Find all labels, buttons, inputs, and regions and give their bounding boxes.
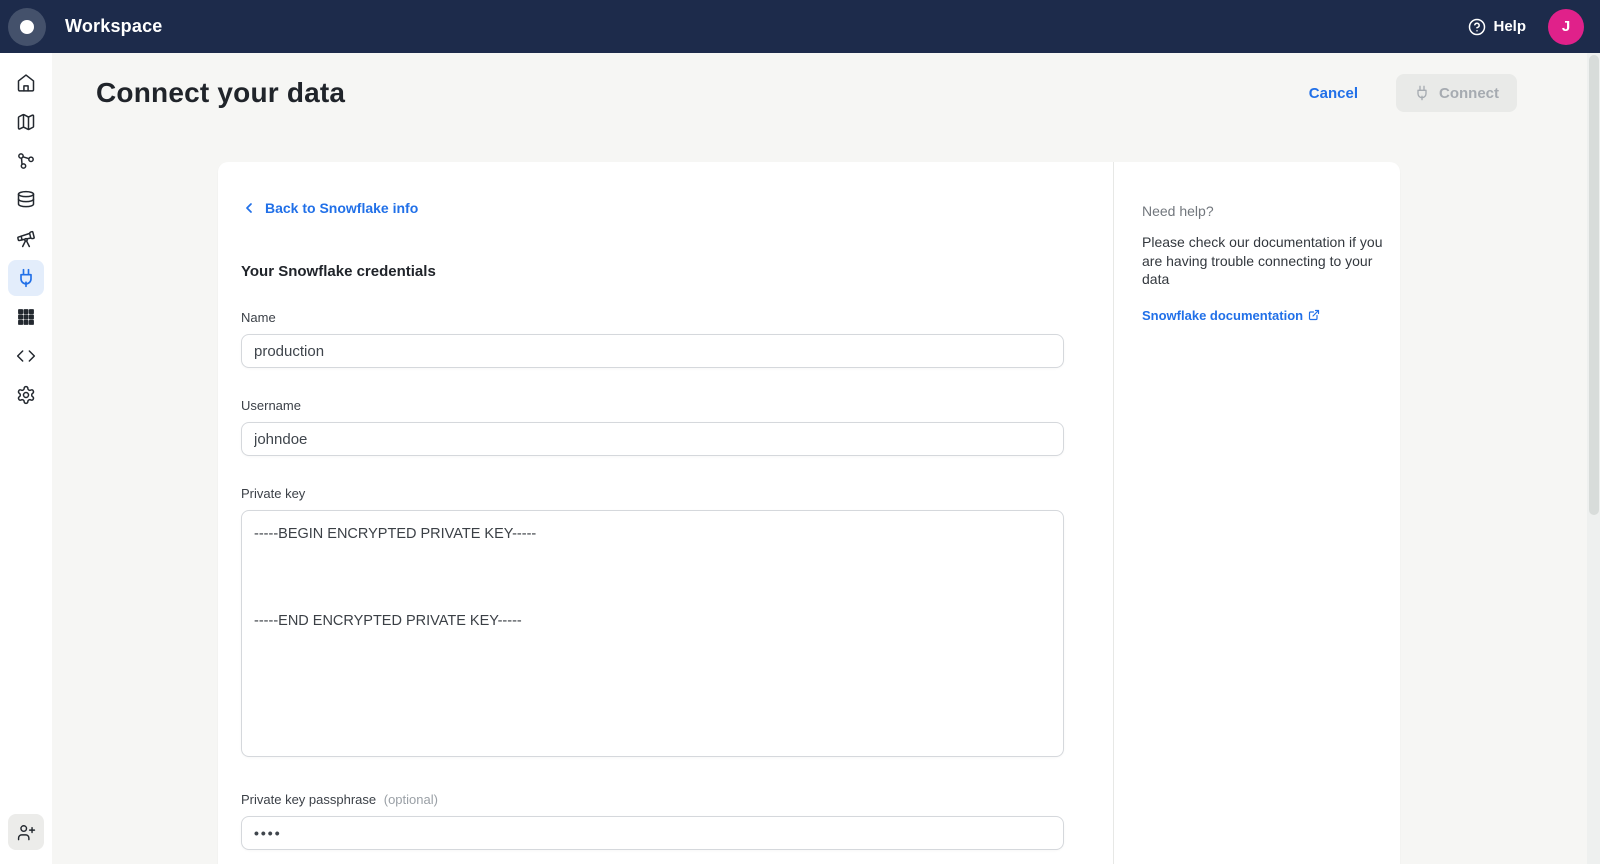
doc-link-label: Snowflake documentation xyxy=(1142,308,1303,323)
help-panel: Need help? Please check our documentatio… xyxy=(1113,162,1400,864)
main-content: Connect your data Cancel Connect Back to… xyxy=(52,53,1600,864)
home-icon xyxy=(16,73,36,93)
graph-nodes-icon xyxy=(16,151,36,171)
snowflake-documentation-link[interactable]: Snowflake documentation xyxy=(1142,308,1320,323)
credentials-form: Back to Snowflake info Your Snowflake cr… xyxy=(218,162,1113,864)
username-input[interactable] xyxy=(241,422,1064,456)
passphrase-label-text: Private key passphrase xyxy=(241,792,376,807)
field-username: Username xyxy=(241,398,1064,456)
section-title: Your Snowflake credentials xyxy=(241,263,1064,280)
telescope-icon xyxy=(16,229,36,249)
field-name: Name xyxy=(241,310,1064,368)
page-title: Connect your data xyxy=(96,77,345,109)
passphrase-label: Private key passphrase (optional) xyxy=(241,792,1064,807)
avatar-initial: J xyxy=(1562,18,1570,35)
map-icon xyxy=(16,112,36,132)
username-label: Username xyxy=(241,398,1064,413)
private-key-textarea[interactable]: -----BEGIN ENCRYPTED PRIVATE KEY----- --… xyxy=(241,510,1064,757)
database-icon xyxy=(16,190,36,210)
sidebar-item-graph[interactable] xyxy=(8,143,44,179)
sidebar xyxy=(0,53,52,864)
sidebar-item-home[interactable] xyxy=(8,65,44,101)
private-key-label: Private key xyxy=(241,486,1064,501)
workspace-logo[interactable] xyxy=(8,8,46,46)
sidebar-item-code[interactable] xyxy=(8,338,44,374)
help-circle-icon xyxy=(1468,18,1486,36)
cancel-button[interactable]: Cancel xyxy=(1309,85,1358,102)
back-link[interactable]: Back to Snowflake info xyxy=(241,200,418,216)
connect-label: Connect xyxy=(1439,85,1499,102)
chevron-left-icon xyxy=(241,200,257,216)
sidebar-item-apps[interactable] xyxy=(8,299,44,335)
help-panel-body: Please check our documentation if you ar… xyxy=(1142,233,1394,289)
plug-icon xyxy=(16,268,36,288)
credentials-card: Back to Snowflake info Your Snowflake cr… xyxy=(218,162,1400,864)
sidebar-item-connections[interactable] xyxy=(8,260,44,296)
page-scrollbar-track[interactable] xyxy=(1587,53,1600,864)
page-header: Connect your data Cancel Connect xyxy=(52,53,1600,133)
user-plus-icon xyxy=(17,823,36,842)
optional-hint: (optional) xyxy=(384,792,438,807)
sidebar-item-settings[interactable] xyxy=(8,377,44,413)
user-avatar[interactable]: J xyxy=(1548,9,1584,45)
apps-grid-icon xyxy=(16,307,36,327)
field-passphrase: Private key passphrase (optional) xyxy=(241,792,1064,850)
logo-dot-icon xyxy=(20,20,34,34)
invite-user-button[interactable] xyxy=(8,814,44,850)
help-label: Help xyxy=(1493,18,1526,35)
workspace-title: Workspace xyxy=(65,16,163,37)
name-label: Name xyxy=(241,310,1064,325)
sidebar-item-map[interactable] xyxy=(8,104,44,140)
sidebar-item-explore[interactable] xyxy=(8,221,44,257)
code-icon xyxy=(16,346,36,366)
name-input[interactable] xyxy=(241,334,1064,368)
connect-button[interactable]: Connect xyxy=(1396,74,1517,112)
sidebar-item-database[interactable] xyxy=(8,182,44,218)
help-button[interactable]: Help xyxy=(1468,18,1526,36)
page-scrollbar-thumb[interactable] xyxy=(1589,55,1599,515)
external-link-icon xyxy=(1308,309,1320,321)
topbar: Workspace Help J xyxy=(0,0,1600,53)
field-private-key: Private key -----BEGIN ENCRYPTED PRIVATE… xyxy=(241,486,1064,762)
gear-icon xyxy=(16,385,36,405)
back-link-label: Back to Snowflake info xyxy=(265,200,418,216)
passphrase-input[interactable] xyxy=(241,816,1064,850)
plug-icon xyxy=(1414,85,1430,101)
help-panel-title: Need help? xyxy=(1142,203,1380,219)
